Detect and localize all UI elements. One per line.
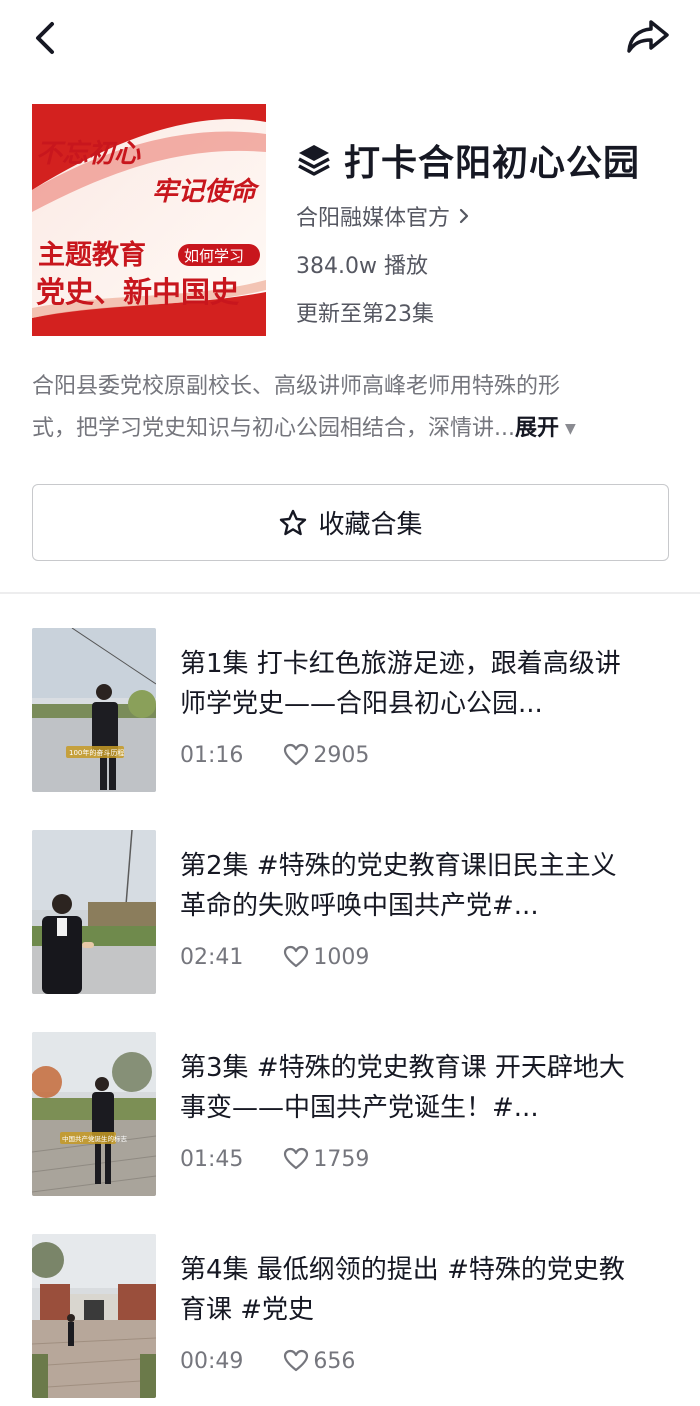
episode-thumbnail: 中国共产党诞生的标志: [32, 1032, 156, 1196]
episode-meta: 01:16 2905: [180, 740, 369, 770]
top-bar: [0, 0, 700, 80]
episode-item-2[interactable]: 第2集 #特殊的党史教育课旧民主主义革命的失败呼唤中国共产党#... 02:41…: [0, 830, 700, 994]
description-line-2: 式，把学习党史知识与初心公园相结合，深情讲...展开 ▼: [32, 408, 672, 450]
play-count: 384.0w 播放: [296, 254, 428, 279]
description-line-2-text: 式，把学习党史知识与初心公园相结合，深情讲...: [32, 416, 515, 441]
author-name: 合阳融媒体官方: [296, 206, 451, 231]
layers-icon: [298, 145, 330, 176]
chevron-right-icon: [459, 208, 469, 224]
cover-script-bottom: 牢记使命: [152, 177, 260, 207]
collect-collection-button[interactable]: 收藏合集: [32, 484, 669, 561]
section-divider: [0, 592, 700, 594]
episode-likes: 1009: [313, 944, 370, 970]
thumbnail-caption: 100年的奋斗历程: [69, 748, 124, 757]
cover-artwork: 不忘初心 牢记使命 主题教育 如何学习 党史、新中国史: [32, 104, 266, 336]
cover-line2: 党史、新中国史: [36, 275, 239, 309]
episode-title: 第4集 最低纲领的提出 #特殊的党史教育课 #党史: [180, 1255, 625, 1325]
episode-likes: 2905: [313, 742, 370, 768]
caret-down-icon: ▼: [565, 421, 576, 437]
collect-label: 收藏合集: [318, 510, 423, 540]
cover-badge: 如何学习: [184, 247, 244, 265]
expand-button[interactable]: 展开 ▼: [515, 416, 576, 441]
cover-line1: 主题教育: [38, 239, 146, 271]
heart-icon: [284, 1349, 309, 1372]
episode-likes: 1759: [313, 1146, 370, 1172]
thumbnail-caption: 中国共产党诞生的标志: [62, 1134, 128, 1143]
episode-item-1[interactable]: 100年的奋斗历程 第1集 打卡红色旅游足迹，跟着高级讲师学党史——合阳县初心公…: [0, 628, 700, 792]
episode-item-3[interactable]: 中国共产党诞生的标志 第3集 #特殊的党史教育课 开天辟地大事变——中国共产党诞…: [0, 1032, 700, 1196]
episode-duration: 02:41: [180, 944, 244, 970]
episode-meta: 00:49 656: [180, 1346, 355, 1376]
collection-cover-image: 不忘初心 牢记使命 主题教育 如何学习 党史、新中国史: [32, 104, 266, 336]
episode-duration: 01:16: [180, 742, 244, 768]
expand-label: 展开: [514, 416, 559, 441]
episode-item-4[interactable]: 第4集 最低纲领的提出 #特殊的党史教育课 #党史 00:49 656: [0, 1234, 700, 1398]
episode-thumbnail: 100年的奋斗历程: [32, 628, 156, 792]
episode-title: 第3集 #特殊的党史教育课 开天辟地大事变——中国共产党诞生！#...: [180, 1053, 625, 1123]
collection-title: 打卡合阳初心公园: [344, 143, 641, 184]
episode-meta: 02:41 1009: [180, 942, 369, 972]
episode-title: 第1集 打卡红色旅游足迹，跟着高级讲师学党史——合阳县初心公园...: [180, 649, 621, 719]
share-arrow-icon: [627, 20, 669, 53]
back-button[interactable]: [28, 16, 68, 60]
collection-description: 合阳县委党校原副校长、高级讲师高峰老师用特殊的形 式，把学习党史知识与初心公园相…: [32, 366, 672, 450]
share-button[interactable]: [624, 14, 672, 58]
cover-script-top: 不忘初心: [36, 139, 141, 169]
star-icon: [280, 509, 307, 535]
episode-title: 第2集 #特殊的党史教育课旧民主主义革命的失败呼唤中国共产党#...: [180, 851, 617, 921]
collection-title-row: 打卡合阳初心公园: [296, 132, 676, 188]
heart-icon: [284, 1147, 309, 1170]
episode-thumbnail: [32, 830, 156, 994]
episode-thumbnail: [32, 1234, 156, 1398]
heart-icon: [284, 743, 309, 766]
description-line-1: 合阳县委党校原副校长、高级讲师高峰老师用特殊的形: [32, 374, 561, 399]
heart-icon: [284, 945, 309, 968]
author-link[interactable]: 合阳融媒体官方: [296, 198, 676, 234]
chevron-left-icon: [36, 22, 54, 54]
episode-duration: 01:45: [180, 1146, 244, 1172]
update-status: 更新至第23集: [296, 302, 434, 327]
collection-info: 打卡合阳初心公园 合阳融媒体官方 384.0w 播放 更新至第23集: [296, 132, 676, 327]
episode-meta: 01:45 1759: [180, 1144, 369, 1174]
episode-duration: 00:49: [180, 1348, 244, 1374]
episode-likes: 656: [313, 1348, 356, 1374]
